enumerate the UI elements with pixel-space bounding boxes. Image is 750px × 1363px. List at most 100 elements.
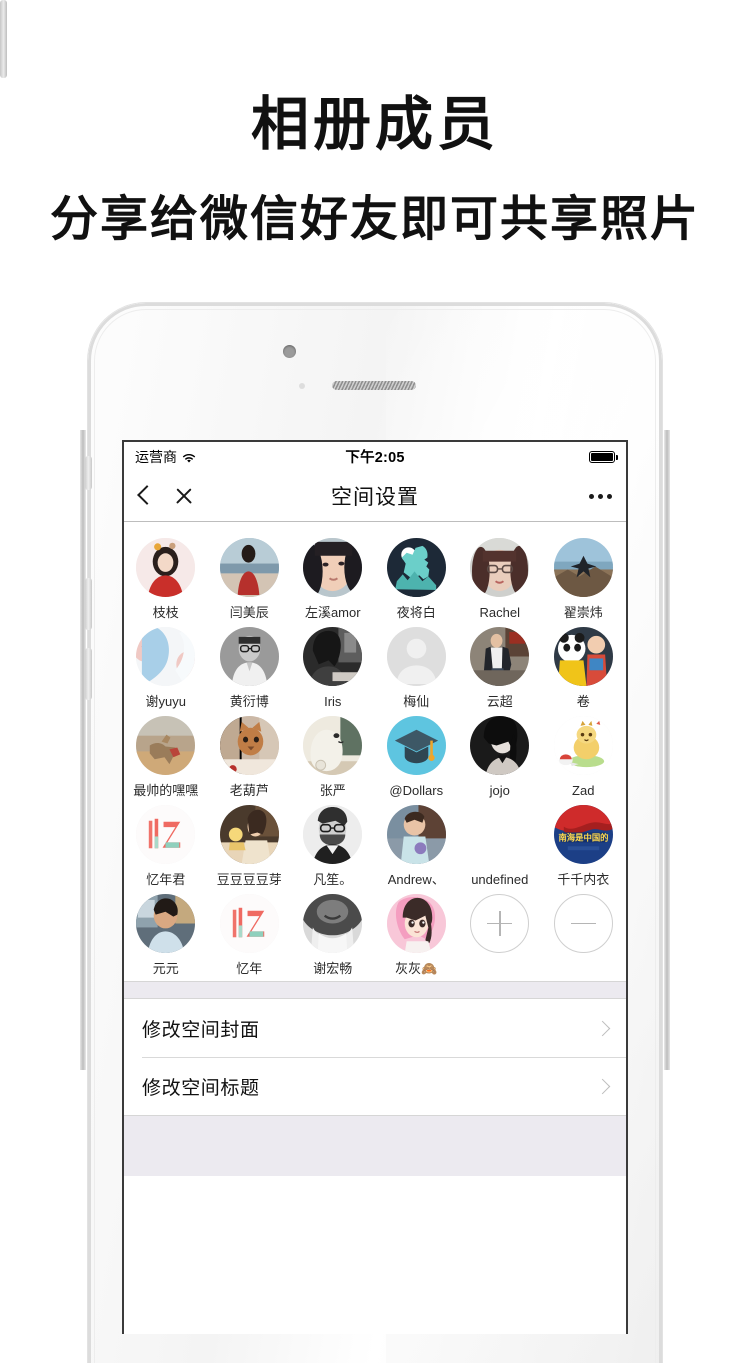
member-name: 闫美辰 [229,605,269,620]
member-cell[interactable] [458,888,542,977]
member-cell[interactable]: 忆年君 [124,799,208,888]
settings-row-change-title[interactable]: 修改空间标题 [124,1057,626,1115]
avatar[interactable] [219,538,279,597]
avatar[interactable] [553,716,613,775]
avatar[interactable] [136,716,196,775]
volume-up-button[interactable] [85,578,92,630]
member-cell[interactable]: jojo [458,710,542,799]
avatar[interactable] [219,805,279,864]
mute-switch-button[interactable] [85,456,92,490]
member-row: 最帅的嘿嘿 老葫芦 张严 @Dollars jojo Zad [124,710,626,799]
avatar[interactable] [470,805,529,864]
member-cell[interactable]: 黄衍博 [208,621,292,710]
member-cell[interactable]: Iris [291,621,375,710]
member-cell[interactable]: 梅仙 [375,621,459,710]
member-cell[interactable]: 卷 [542,621,626,710]
member-row: 元元 忆年 谢宏畅 灰灰🙈 [124,888,626,977]
avatar[interactable] [303,894,363,953]
member-cell[interactable]: 元元 [124,888,208,977]
member-name: 黄衍博 [229,694,269,709]
member-name: 云超 [486,694,513,709]
promo-header: 相册成员 分享给微信好友即可共享照片 [0,0,750,244]
proximity-sensor-icon [299,383,305,389]
avatar[interactable] [553,627,613,686]
member-grid: 枝枝 闫美辰 左溪amor 夜将白 Rachel 翟崇炜 谢yuyu 黄衍博 I… [124,522,626,981]
member-name: 豆豆豆豆芽 [216,872,282,887]
phone-left-edge [80,430,86,1070]
avatar[interactable] [136,627,196,686]
avatar[interactable] [219,627,279,686]
settings-row-change-cover[interactable]: 修改空间封面 [124,999,626,1057]
avatar[interactable] [219,894,279,953]
member-cell[interactable]: 左溪amor [291,532,375,621]
nav-right-actions[interactable] [589,493,612,499]
avatar[interactable] [386,805,446,864]
avatar[interactable] [303,805,363,864]
member-cell[interactable]: 豆豆豆豆芽 [208,799,292,888]
avatar[interactable] [386,894,446,953]
member-name: 谢yuyu [145,694,186,709]
member-cell[interactable]: 谢yuyu [124,621,208,710]
promo-headline: 相册成员 [250,92,499,157]
member-name: 忆年 [236,961,263,976]
member-cell[interactable]: 翟崇炜 [542,532,626,621]
member-cell[interactable]: Andrew、 [375,799,459,888]
member-cell[interactable]: 灰灰🙈 [375,888,459,977]
remove-member-button[interactable] [553,894,613,953]
page-title: 空间设置 [331,486,419,509]
front-camera-icon [283,345,296,358]
add-member-button[interactable] [470,894,530,953]
navigation-bar: 空间设置 [124,471,626,522]
bottom-band [124,1115,626,1176]
member-name: 忆年君 [146,872,186,887]
avatar[interactable] [386,627,446,686]
settings-row-label: 修改空间封面 [142,1019,260,1041]
member-cell[interactable]: 南海是中国的 千千内衣 [542,799,626,888]
member-cell[interactable]: 闫美辰 [208,532,292,621]
member-cell[interactable]: 谢宏畅 [291,888,375,977]
avatar[interactable] [553,538,613,597]
avatar[interactable] [470,538,530,597]
settings-list: 修改空间封面 修改空间标题 [124,999,626,1115]
minus-icon [570,922,596,925]
member-cell[interactable]: 忆年 [208,888,292,977]
avatar[interactable] [386,538,446,597]
back-chevron-icon[interactable] [138,485,150,507]
member-cell[interactable]: 云超 [458,621,542,710]
member-cell[interactable]: @Dollars [375,710,459,799]
member-cell[interactable]: 夜将白 [375,532,459,621]
volume-down-button[interactable] [85,648,92,700]
promo-subheadline: 分享给微信好友即可共享照片 [49,193,700,246]
member-name: 翟崇炜 [563,605,603,620]
avatar[interactable] [386,716,446,775]
member-cell[interactable]: 最帅的嘿嘿 [124,710,208,799]
member-name: 老葫芦 [229,783,269,798]
member-name: 枝枝 [152,605,179,620]
member-cell[interactable] [542,888,626,977]
member-name: @Dollars [389,783,444,798]
member-name: 梅仙 [403,694,430,709]
avatar[interactable] [303,627,363,686]
member-cell[interactable]: undefined [458,799,542,888]
battery-icon [589,450,618,463]
avatar[interactable] [136,805,196,864]
avatar[interactable] [303,538,363,597]
status-bar-time: 下午2:05 [345,450,405,466]
member-cell[interactable]: 凡笙。 [291,799,375,888]
avatar[interactable] [470,716,530,775]
avatar[interactable] [136,894,196,953]
avatar[interactable] [136,538,196,597]
avatar[interactable]: 南海是中国的 [553,805,613,864]
avatar[interactable] [470,627,530,686]
phone-right-edge [664,430,670,1070]
settings-row-label: 修改空间标题 [142,1077,260,1099]
more-dots-icon[interactable] [589,493,612,499]
member-cell[interactable]: Rachel [458,532,542,621]
avatar[interactable] [219,716,279,775]
close-icon[interactable] [174,486,194,506]
member-cell[interactable]: Zad [542,710,626,799]
avatar[interactable] [303,716,363,775]
member-cell[interactable]: 枝枝 [124,532,208,621]
member-cell[interactable]: 张严 [291,710,375,799]
member-cell[interactable]: 老葫芦 [208,710,292,799]
